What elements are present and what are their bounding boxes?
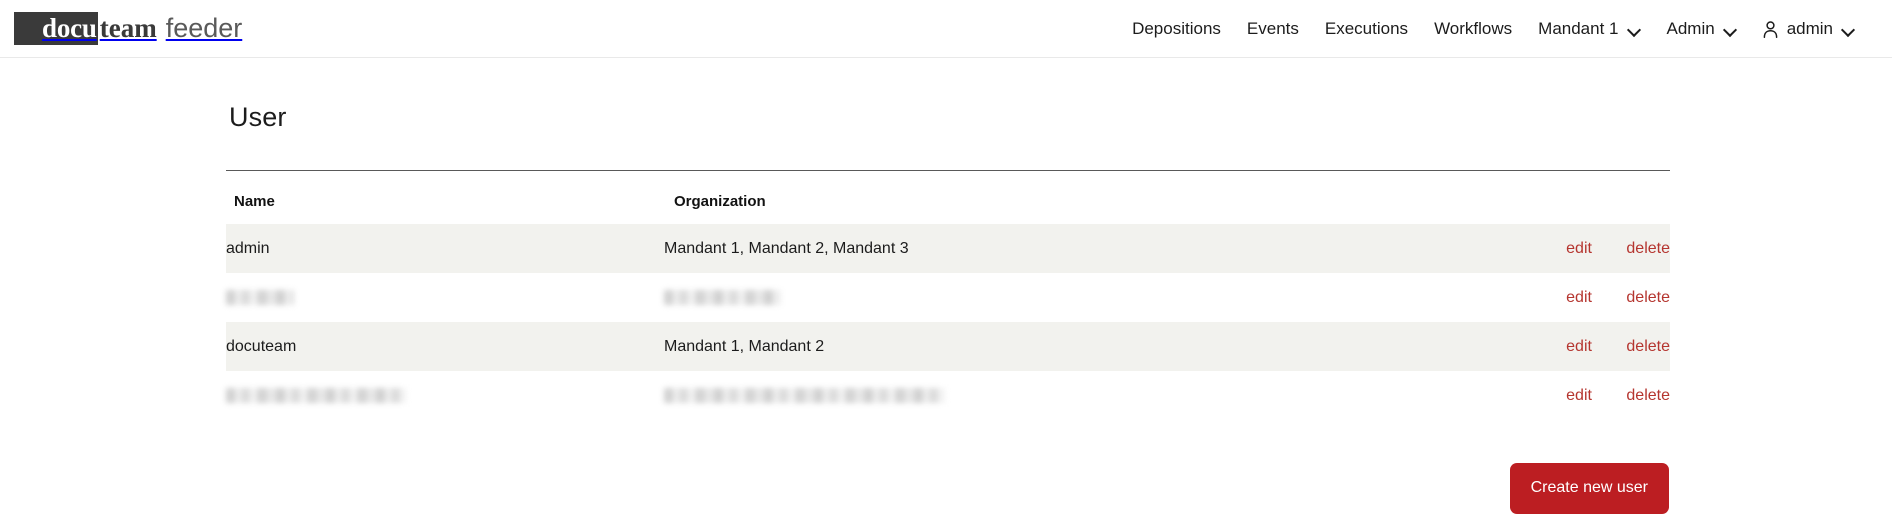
edit-link[interactable]: edit <box>1566 289 1592 307</box>
table-header-row: Name Organization <box>226 171 1670 224</box>
cell-user-name: docuteam <box>226 322 664 371</box>
nav-item-label: Depositions <box>1132 18 1221 38</box>
brand-logo-product: feeder <box>165 13 243 43</box>
table-row: edit delete <box>226 273 1670 322</box>
user-table-body: admin Mandant 1, Mandant 2, Mandant 3 ed… <box>226 224 1670 420</box>
chevron-down-icon <box>1628 25 1641 33</box>
brand-logo-mark: docu <box>14 12 98 45</box>
brand-logo[interactable]: docu team feeder <box>14 12 242 46</box>
column-header-organization: Organization <box>674 193 766 210</box>
nav-item-workflows[interactable]: Workflows <box>1421 13 1525 45</box>
redacted-user-name <box>226 289 294 305</box>
user-table: Name Organization admin Mandant 1, Manda… <box>226 171 1670 420</box>
delete-link[interactable]: delete <box>1626 387 1670 405</box>
user-icon <box>1763 21 1778 38</box>
cell-user-name <box>226 371 664 420</box>
cell-row-actions: edit delete <box>1420 224 1670 273</box>
create-new-user-button[interactable]: Create new user <box>1509 463 1669 514</box>
table-row: docuteam Mandant 1, Mandant 2 edit delet… <box>226 322 1670 371</box>
redacted-user-organization <box>664 387 945 403</box>
main-navigation: Depositions Events Executions Workflows … <box>1119 13 1868 45</box>
user-table-head: Name Organization <box>226 171 1670 224</box>
content-container: User Name Organization admin Mandant 1, … <box>226 58 1670 514</box>
brand-logo-team: team <box>99 13 157 43</box>
nav-item-label: Admin <box>1666 18 1715 38</box>
nav-item-label: Workflows <box>1434 18 1513 38</box>
nav-item-label: Executions <box>1324 18 1409 38</box>
delete-link[interactable]: delete <box>1626 338 1670 356</box>
brand-logo-docu: docu <box>42 13 97 43</box>
edit-link[interactable]: edit <box>1566 387 1592 405</box>
footer-actions: Create new user <box>226 463 1670 514</box>
edit-link[interactable]: edit <box>1566 240 1592 258</box>
cell-user-organization: Mandant 1, Mandant 2, Mandant 3 <box>664 224 1420 273</box>
column-header-actions <box>1420 171 1670 224</box>
nav-item-label: Mandant 1 <box>1538 18 1619 38</box>
column-header-name: Name <box>234 193 275 210</box>
cell-user-name <box>226 273 664 322</box>
redacted-user-organization <box>664 289 780 305</box>
cell-user-organization <box>664 273 1420 322</box>
cell-row-actions: edit delete <box>1420 322 1670 371</box>
nav-item-executions[interactable]: Executions <box>1312 13 1421 45</box>
redacted-user-name <box>226 387 406 403</box>
nav-item-events[interactable]: Events <box>1234 13 1312 45</box>
page-body: User Name Organization admin Mandant 1, … <box>0 58 1892 514</box>
nav-item-depositions[interactable]: Depositions <box>1119 13 1234 45</box>
nav-item-mandant-dropdown[interactable]: Mandant 1 <box>1525 13 1653 45</box>
page-title: User <box>229 102 287 132</box>
nav-item-label: admin <box>1786 18 1833 38</box>
nav-item-user-menu[interactable]: admin <box>1750 13 1868 45</box>
delete-link[interactable]: delete <box>1626 289 1670 307</box>
nav-item-label: Events <box>1246 18 1299 38</box>
table-row: admin Mandant 1, Mandant 2, Mandant 3 ed… <box>226 224 1670 273</box>
app-header: docu team feeder Depositions Events Exec… <box>0 0 1892 58</box>
cell-user-organization <box>664 371 1420 420</box>
cell-row-actions: edit delete <box>1420 273 1670 322</box>
cell-user-name: admin <box>226 224 664 273</box>
edit-link[interactable]: edit <box>1566 338 1592 356</box>
cell-row-actions: edit delete <box>1420 371 1670 420</box>
cell-user-organization: Mandant 1, Mandant 2 <box>664 322 1420 371</box>
chevron-down-icon <box>1842 25 1855 33</box>
table-row: edit delete <box>226 371 1670 420</box>
nav-item-admin-dropdown[interactable]: Admin <box>1654 13 1750 45</box>
delete-link[interactable]: delete <box>1626 240 1670 258</box>
chevron-down-icon <box>1724 25 1737 33</box>
